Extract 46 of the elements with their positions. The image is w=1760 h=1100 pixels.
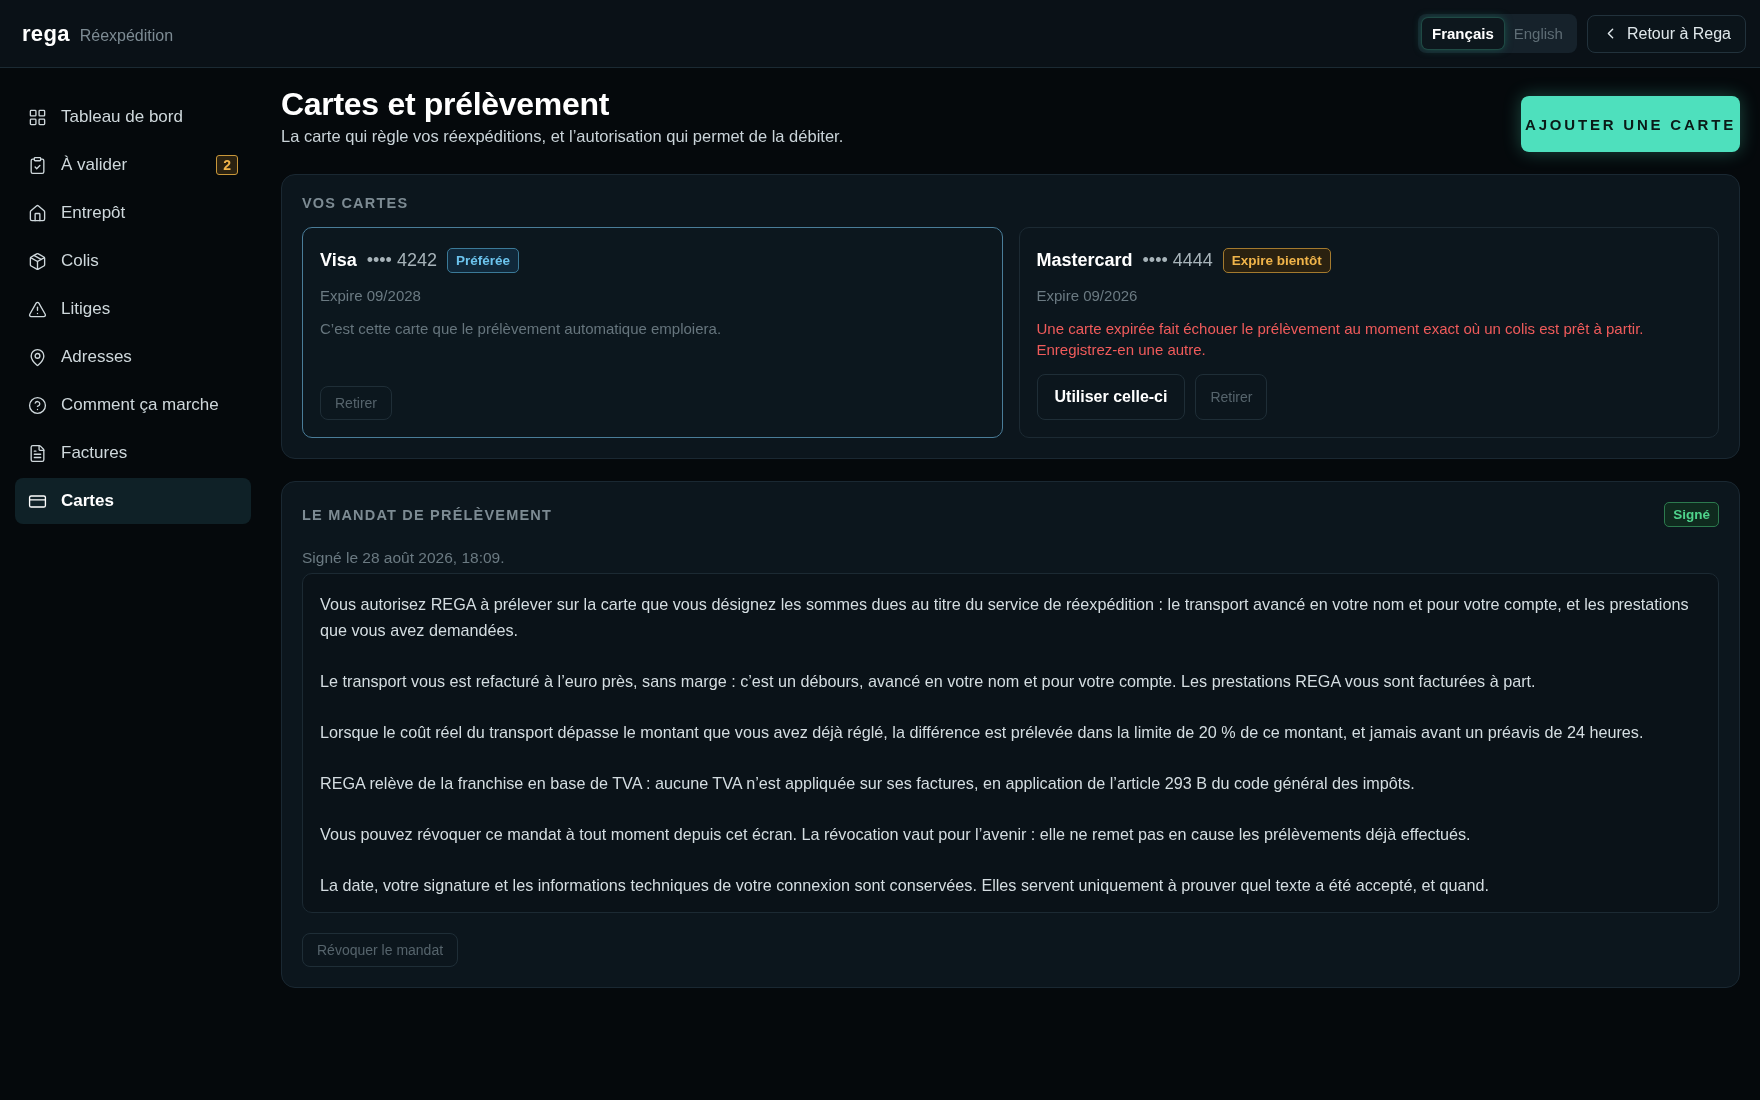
mandate-paragraph: Le transport vous est refacturé à l’euro près, sans marge : c’est un débours, avancé en votre nom et pour votre compte. Les prestations REGA vous sont facturées à part. xyxy=(320,671,1537,692)
sidebar-item[interactable]: Adresses xyxy=(15,334,251,380)
section-heading: VOS CARTES xyxy=(302,195,410,211)
card-note: C’est cette carte que le prélèvement automatique emploiera. xyxy=(320,319,723,339)
sidebar-item[interactable]: Tableau de bord xyxy=(15,94,251,140)
signed-date: Signé le 28 août 2026, 18:09. xyxy=(302,549,506,567)
language-option[interactable]: Français xyxy=(1422,18,1504,49)
card-brand: Mastercard xyxy=(1036,250,1133,271)
nav-icon xyxy=(28,203,47,223)
card-number: •••• 4444 xyxy=(1142,250,1213,271)
logo: rega xyxy=(22,20,70,47)
section-heading: LE MANDAT DE PRÉLÈVEMENT xyxy=(302,506,553,523)
card-brand: Visa xyxy=(320,250,357,271)
status-badge: Préférée xyxy=(447,248,520,273)
nav-icon xyxy=(28,107,47,127)
count-badge: 2 xyxy=(216,155,238,175)
mandate-paragraph: REGA relève de la franchise en base de TVA : aucune TVA n’est appliquée sur ses factures, en application de l’article 293 B du code général des impôts. xyxy=(320,773,1416,794)
add-card-button[interactable]: AJOUTER UNE CARTE xyxy=(1521,96,1740,152)
status-badge: Signé xyxy=(1664,502,1719,527)
sidebar-item[interactable]: Colis xyxy=(15,238,251,284)
mandate-paragraph: Lorsque le coût réel du transport dépasse le montant que vous avez déjà réglé, la différence est prélevée dans la limite de 20 % de ce montant, et jamais avant un préavis de 24 heures. xyxy=(320,722,1645,743)
back-button[interactable]: Retour à Rega xyxy=(1586,14,1746,53)
product-name: Réexpédition xyxy=(79,26,174,45)
card-action-button[interactable]: Utiliser celle-ci xyxy=(1036,374,1186,420)
card-number: •••• 4242 xyxy=(366,250,437,271)
nav-icon xyxy=(28,395,47,415)
nav-icon xyxy=(28,347,47,367)
sidebar-item[interactable]: Cartes xyxy=(15,478,251,524)
nav-icon xyxy=(28,443,47,463)
nav-icon xyxy=(28,155,47,175)
sidebar-item[interactable]: Litiges xyxy=(15,286,251,332)
status-badge: Expire bientôt xyxy=(1222,248,1331,273)
sidebar-item[interactable]: Entrepôt xyxy=(15,190,251,236)
mandate-paragraph: Vous pouvez révoquer ce mandat à tout moment depuis cet écran. La révocation vaut pour l’avenir : elle ne remet pas en cause les prélèvements déjà effectués. xyxy=(320,824,1472,845)
sidebar-item[interactable]: À valider 2 xyxy=(15,142,251,188)
card-note: Une carte expirée fait échouer le prélèvement au moment exact où un colis est prêt à partir. Enregistrez-en une autre. xyxy=(1036,319,1645,360)
card-expiry: Expire 09/2028 xyxy=(320,287,422,304)
page-title: Cartes et prélèvement xyxy=(281,86,611,123)
nav-icon xyxy=(28,251,47,271)
page-subtitle: La carte qui règle vos réexpéditions, et l’autorisation qui permet de la débiter. xyxy=(281,127,844,146)
mandate-paragraph: Vous autorisez REGA à prélever sur la carte que vous désignez les sommes dues au titre du service de réexpédition : le transport avancé en votre nom et pour votre compte, et les prestations que vous avez demandées. xyxy=(320,594,1690,641)
sidebar-item[interactable]: Comment ça marche xyxy=(15,382,251,428)
mandate-paragraph: La date, votre signature et les informations techniques de votre connexion sont conservées. Elles servent uniquement à prouver quel texte a été accepté, et quand. xyxy=(320,875,1490,896)
sidebar-item[interactable]: Factures xyxy=(15,430,251,476)
nav-icon xyxy=(28,299,47,319)
card-expiry: Expire 09/2026 xyxy=(1036,287,1139,304)
